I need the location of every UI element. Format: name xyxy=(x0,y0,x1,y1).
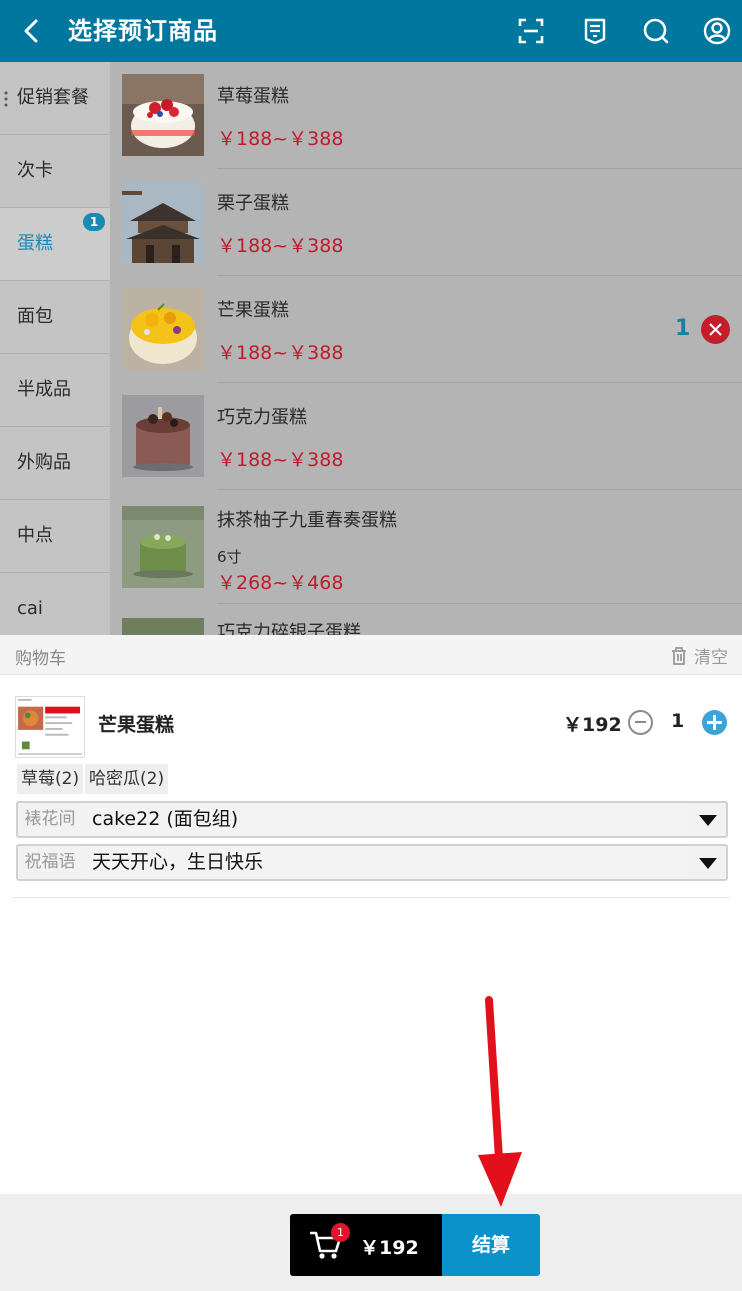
greeting-label: 祝福语 xyxy=(24,852,76,872)
annotation-arrow xyxy=(478,996,522,1207)
product-price: ￥188~￥388 xyxy=(217,342,344,364)
category-sidebar: 促销套餐 次卡 蛋糕 1 面包 半成品 外购品 中点 cai xyxy=(0,62,110,635)
sidebar-item-label: 面包 xyxy=(17,306,53,327)
cart-total: ￥192 xyxy=(360,1237,419,1259)
product-name: 抹茶柚子九重春奏蛋糕 xyxy=(217,510,397,531)
option-tag[interactable]: 哈密瓜(2) xyxy=(85,764,169,794)
product-image xyxy=(122,506,204,588)
product-image xyxy=(122,181,204,263)
cart-item-thumbnail xyxy=(15,696,85,758)
cart-item-name: 芒果蛋糕 xyxy=(98,714,175,736)
product-name: 芒果蛋糕 xyxy=(217,300,289,321)
product-price: ￥188~￥388 xyxy=(217,128,344,150)
sidebar-item-cai[interactable]: cai xyxy=(0,573,110,635)
decrease-quantity-button[interactable] xyxy=(628,710,653,735)
product-list: 草莓蛋糕 ￥188~￥388 栗子蛋糕 ￥188~￥388 芒果蛋糕 ￥188~… xyxy=(110,62,742,635)
sidebar-item-label: 半成品 xyxy=(17,379,71,400)
sidebar-item-label: cai xyxy=(17,598,43,619)
product-name: 巧克力碎银子蛋糕 xyxy=(217,622,361,635)
divider xyxy=(217,489,742,490)
remove-button[interactable] xyxy=(701,315,730,344)
count-badge: 1 xyxy=(83,213,105,231)
divider xyxy=(12,897,730,898)
clear-label: 清空 xyxy=(694,648,728,668)
product-image xyxy=(122,395,204,477)
dropdown-arrow-icon xyxy=(699,815,717,826)
product-image xyxy=(122,74,204,156)
product-price: ￥268~￥468 xyxy=(217,572,344,594)
receipt-icon[interactable] xyxy=(581,17,609,45)
decorator-label: 裱花间 xyxy=(24,809,76,829)
selected-quantity: 1 xyxy=(675,316,691,341)
divider xyxy=(217,275,742,276)
sidebar-item-label: 促销套餐 xyxy=(17,87,89,108)
sidebar-item-label: 蛋糕 xyxy=(17,233,53,254)
greeting-value: 天天开心，生日快乐 xyxy=(82,846,688,879)
product-image xyxy=(122,618,204,635)
divider xyxy=(217,168,742,169)
cart-item-quantity: 1 xyxy=(671,710,685,732)
sidebar-item-purchased[interactable]: 外购品 xyxy=(0,427,110,500)
cart-summary[interactable]: 1 ￥192 xyxy=(290,1214,442,1276)
drag-handle-icon xyxy=(4,91,8,107)
clear-cart-button[interactable]: 清空 xyxy=(670,643,728,668)
product-size: 6寸 xyxy=(217,548,242,566)
checkout-button[interactable]: 结算 xyxy=(442,1214,540,1276)
greeting-select[interactable]: 祝福语 天天开心，生日快乐 xyxy=(16,844,728,881)
cart-item-price: ￥192 xyxy=(563,714,622,736)
back-icon[interactable] xyxy=(18,17,46,45)
product-image xyxy=(122,288,204,370)
trash-icon xyxy=(672,646,686,665)
account-icon[interactable] xyxy=(703,17,731,45)
sidebar-item-promo[interactable]: 促销套餐 xyxy=(0,62,110,135)
page-title: 选择预订商品 xyxy=(68,17,218,45)
product-price: ￥188~￥388 xyxy=(217,449,344,471)
scan-icon[interactable] xyxy=(517,17,545,45)
product-price: ￥188~￥388 xyxy=(217,235,344,257)
sidebar-item-label: 次卡 xyxy=(17,160,53,181)
bottom-bar: 1 ￥192 结算 xyxy=(0,1194,742,1291)
product-name: 栗子蛋糕 xyxy=(217,193,289,214)
sidebar-item-dim-sum[interactable]: 中点 xyxy=(0,500,110,573)
sidebar-item-semi-finished[interactable]: 半成品 xyxy=(0,354,110,427)
cart-title: 购物车 xyxy=(15,649,66,669)
sidebar-item-card[interactable]: 次卡 xyxy=(0,135,110,208)
cart-header: 购物车 清空 xyxy=(0,635,742,675)
divider xyxy=(217,382,742,383)
cart-item: 芒果蛋糕 ￥192 1 草莓(2) 哈密瓜(2) 裱花间 cake22 (面包组… xyxy=(0,676,742,1196)
increase-quantity-button[interactable] xyxy=(702,710,727,735)
sidebar-item-label: 外购品 xyxy=(17,452,71,473)
checkout-bar: 1 ￥192 结算 xyxy=(290,1214,540,1276)
sidebar-item-cake[interactable]: 蛋糕 1 xyxy=(0,208,110,281)
close-icon xyxy=(709,323,722,336)
product-name: 草莓蛋糕 xyxy=(217,86,289,107)
decorator-select[interactable]: 裱花间 cake22 (面包组) xyxy=(16,801,728,838)
dropdown-arrow-icon xyxy=(699,858,717,869)
cart-count-badge: 1 xyxy=(331,1223,350,1242)
sidebar-item-label: 中点 xyxy=(17,525,53,546)
decorator-value: cake22 (面包组) xyxy=(82,803,688,836)
top-bar: 选择预订商品 xyxy=(0,0,742,62)
divider xyxy=(217,603,742,604)
option-tag[interactable]: 草莓(2) xyxy=(17,764,84,794)
sidebar-item-bread[interactable]: 面包 xyxy=(0,281,110,354)
search-icon[interactable] xyxy=(642,17,670,45)
product-name: 巧克力蛋糕 xyxy=(217,407,307,428)
